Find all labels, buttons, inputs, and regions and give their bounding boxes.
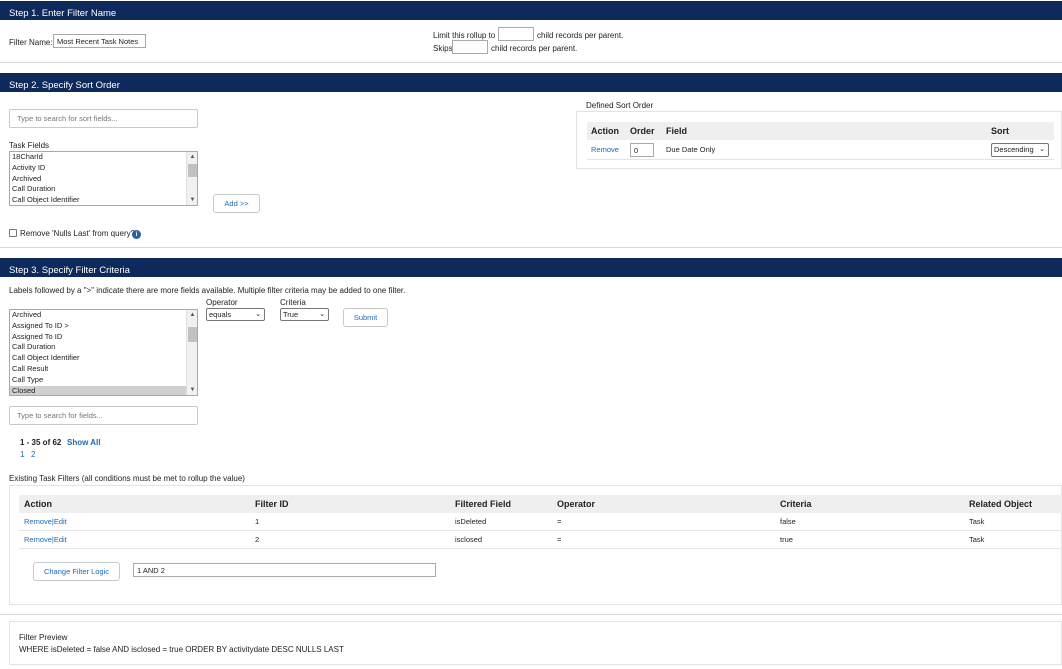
list-item[interactable]: Call Type xyxy=(10,375,197,386)
operator-value: equals xyxy=(209,310,232,319)
criteria-cell: true xyxy=(780,535,793,544)
list-item[interactable]: Call Duration xyxy=(10,342,197,353)
filter-preview-query: WHERE isDeleted = false AND isclosed = t… xyxy=(19,645,344,654)
scroll-up-icon[interactable]: ▲ xyxy=(187,153,197,161)
sort-order-panel xyxy=(576,111,1062,169)
sort-direction-select[interactable]: Descending ⌄ xyxy=(991,143,1049,157)
sort-col-field: Field xyxy=(666,126,688,136)
criteria-value: True xyxy=(283,310,299,319)
task-fields-label: Task Fields xyxy=(9,141,50,150)
operator-select[interactable]: equals ⌄ xyxy=(206,308,265,321)
scrollbar[interactable]: ▲ ▼ xyxy=(186,152,197,205)
nulls-last-label: Remove 'Nulls Last' from query? xyxy=(20,229,136,238)
filter-preview-panel xyxy=(9,621,1062,665)
step1-header: Step 1. Enter Filter Name xyxy=(0,1,1062,20)
step2-header: Step 2. Specify Sort Order xyxy=(0,73,1062,92)
list-item[interactable]: Activity ID xyxy=(10,163,197,174)
skip-input[interactable] xyxy=(452,40,488,54)
filter-name-label: Filter Name: xyxy=(9,38,53,47)
remove-edit-link[interactable]: Remove|Edit xyxy=(24,535,67,545)
list-item[interactable]: Assigned To ID xyxy=(10,332,197,343)
sort-col-sort: Sort xyxy=(991,126,1009,136)
divider xyxy=(587,159,1054,160)
list-item[interactable]: Archived xyxy=(10,174,197,185)
step3-header: Step 3. Specify Filter Criteria xyxy=(0,258,1062,277)
sort-table-header xyxy=(587,122,1054,140)
list-item-selected[interactable]: Closed xyxy=(10,385,197,395)
remove-edit-link[interactable]: Remove|Edit xyxy=(24,517,67,527)
filters-col-id: Filter ID xyxy=(255,499,289,509)
criteria-cell: false xyxy=(780,517,796,526)
sort-col-action: Action xyxy=(591,126,619,136)
skip-label: Skips xyxy=(433,44,453,53)
show-all-link[interactable]: Show All xyxy=(67,438,100,448)
filtered-field-cell: isDeleted xyxy=(455,517,487,526)
sort-order-input[interactable]: 0 xyxy=(630,143,654,157)
filters-col-field: Filtered Field xyxy=(455,499,512,509)
list-item[interactable]: Call Result xyxy=(10,364,197,375)
filter-preview-label: Filter Preview xyxy=(19,633,68,642)
list-item[interactable]: 18CharId xyxy=(10,152,197,163)
operator-cell: = xyxy=(557,517,562,526)
filter-fields-listbox[interactable]: Archived Assigned To ID > Assigned To ID… xyxy=(9,309,198,396)
filters-col-action: Action xyxy=(24,499,52,509)
defined-sort-label: Defined Sort Order xyxy=(586,101,654,110)
sort-col-order: Order xyxy=(630,126,655,136)
sort-field-value: Due Date Only xyxy=(666,145,716,154)
filters-col-criteria: Criteria xyxy=(780,499,812,509)
filtered-field-cell: isclosed xyxy=(455,535,483,544)
limit-input[interactable] xyxy=(498,27,534,41)
filter-name-input[interactable]: Most Recent Task Notes xyxy=(53,34,146,48)
list-item[interactable]: Call Duration xyxy=(10,184,197,195)
change-filter-logic-button[interactable]: Change Filter Logic xyxy=(33,562,120,581)
filters-col-operator: Operator xyxy=(557,499,596,509)
filter-id-cell: 1 xyxy=(255,517,260,526)
list-item[interactable]: Assigned To ID > xyxy=(10,321,197,332)
chevron-down-icon: ⌄ xyxy=(1039,146,1045,153)
related-object-cell: Task xyxy=(969,535,985,544)
filter-help-text: Labels followed by a ">" indicate there … xyxy=(9,286,406,295)
operator-label: Operator xyxy=(206,298,238,307)
scroll-down-icon[interactable]: ▼ xyxy=(187,196,197,204)
divider xyxy=(19,548,1062,549)
divider xyxy=(19,530,1062,531)
scroll-thumb[interactable] xyxy=(188,327,197,342)
divider xyxy=(0,62,1062,63)
scroll-down-icon[interactable]: ▼ xyxy=(187,386,197,394)
limit-suffix: child records per parent. xyxy=(537,31,624,40)
skip-suffix: child records per parent. xyxy=(491,44,578,53)
submit-button[interactable]: Submit xyxy=(343,308,388,327)
list-item[interactable]: Call Object Identifier xyxy=(10,353,197,364)
criteria-label: Criteria xyxy=(280,298,306,307)
sort-field-search-input[interactable]: Type to search for sort fields... xyxy=(9,109,198,128)
nulls-last-checkbox[interactable] xyxy=(9,229,17,237)
add-sort-button[interactable]: Add >> xyxy=(213,194,260,213)
list-item[interactable]: Call Object Identifier xyxy=(10,195,197,205)
scroll-up-icon[interactable]: ▲ xyxy=(187,311,197,319)
pagination-range: 1 - 35 of 62 xyxy=(20,438,62,447)
remove-sort-link[interactable]: Remove xyxy=(591,145,619,155)
filter-field-search-input[interactable]: Type to search for fields... xyxy=(9,406,198,425)
divider xyxy=(0,247,1062,248)
chevron-down-icon: ⌄ xyxy=(255,311,261,318)
criteria-select[interactable]: True ⌄ xyxy=(280,308,329,321)
filter-id-cell: 2 xyxy=(255,535,260,544)
info-icon[interactable]: i xyxy=(132,230,141,239)
filters-col-object: Related Object xyxy=(969,499,1033,509)
chevron-down-icon: ⌄ xyxy=(319,311,325,318)
page-link-2[interactable]: 2 xyxy=(31,450,35,460)
page-link-1[interactable]: 1 xyxy=(20,450,24,460)
divider xyxy=(0,614,1062,615)
scroll-thumb[interactable] xyxy=(188,164,197,177)
existing-filters-label: Existing Task Filters (all conditions mu… xyxy=(9,474,245,483)
filter-logic-input[interactable]: 1 AND 2 xyxy=(133,563,436,577)
scrollbar[interactable]: ▲ ▼ xyxy=(186,310,197,395)
sort-direction-value: Descending xyxy=(994,145,1034,154)
related-object-cell: Task xyxy=(969,517,985,526)
list-item[interactable]: Archived xyxy=(10,310,197,321)
sort-fields-listbox[interactable]: 18CharId Activity ID Archived Call Durat… xyxy=(9,151,198,206)
operator-cell: = xyxy=(557,535,562,544)
filters-table-header xyxy=(19,495,1062,513)
